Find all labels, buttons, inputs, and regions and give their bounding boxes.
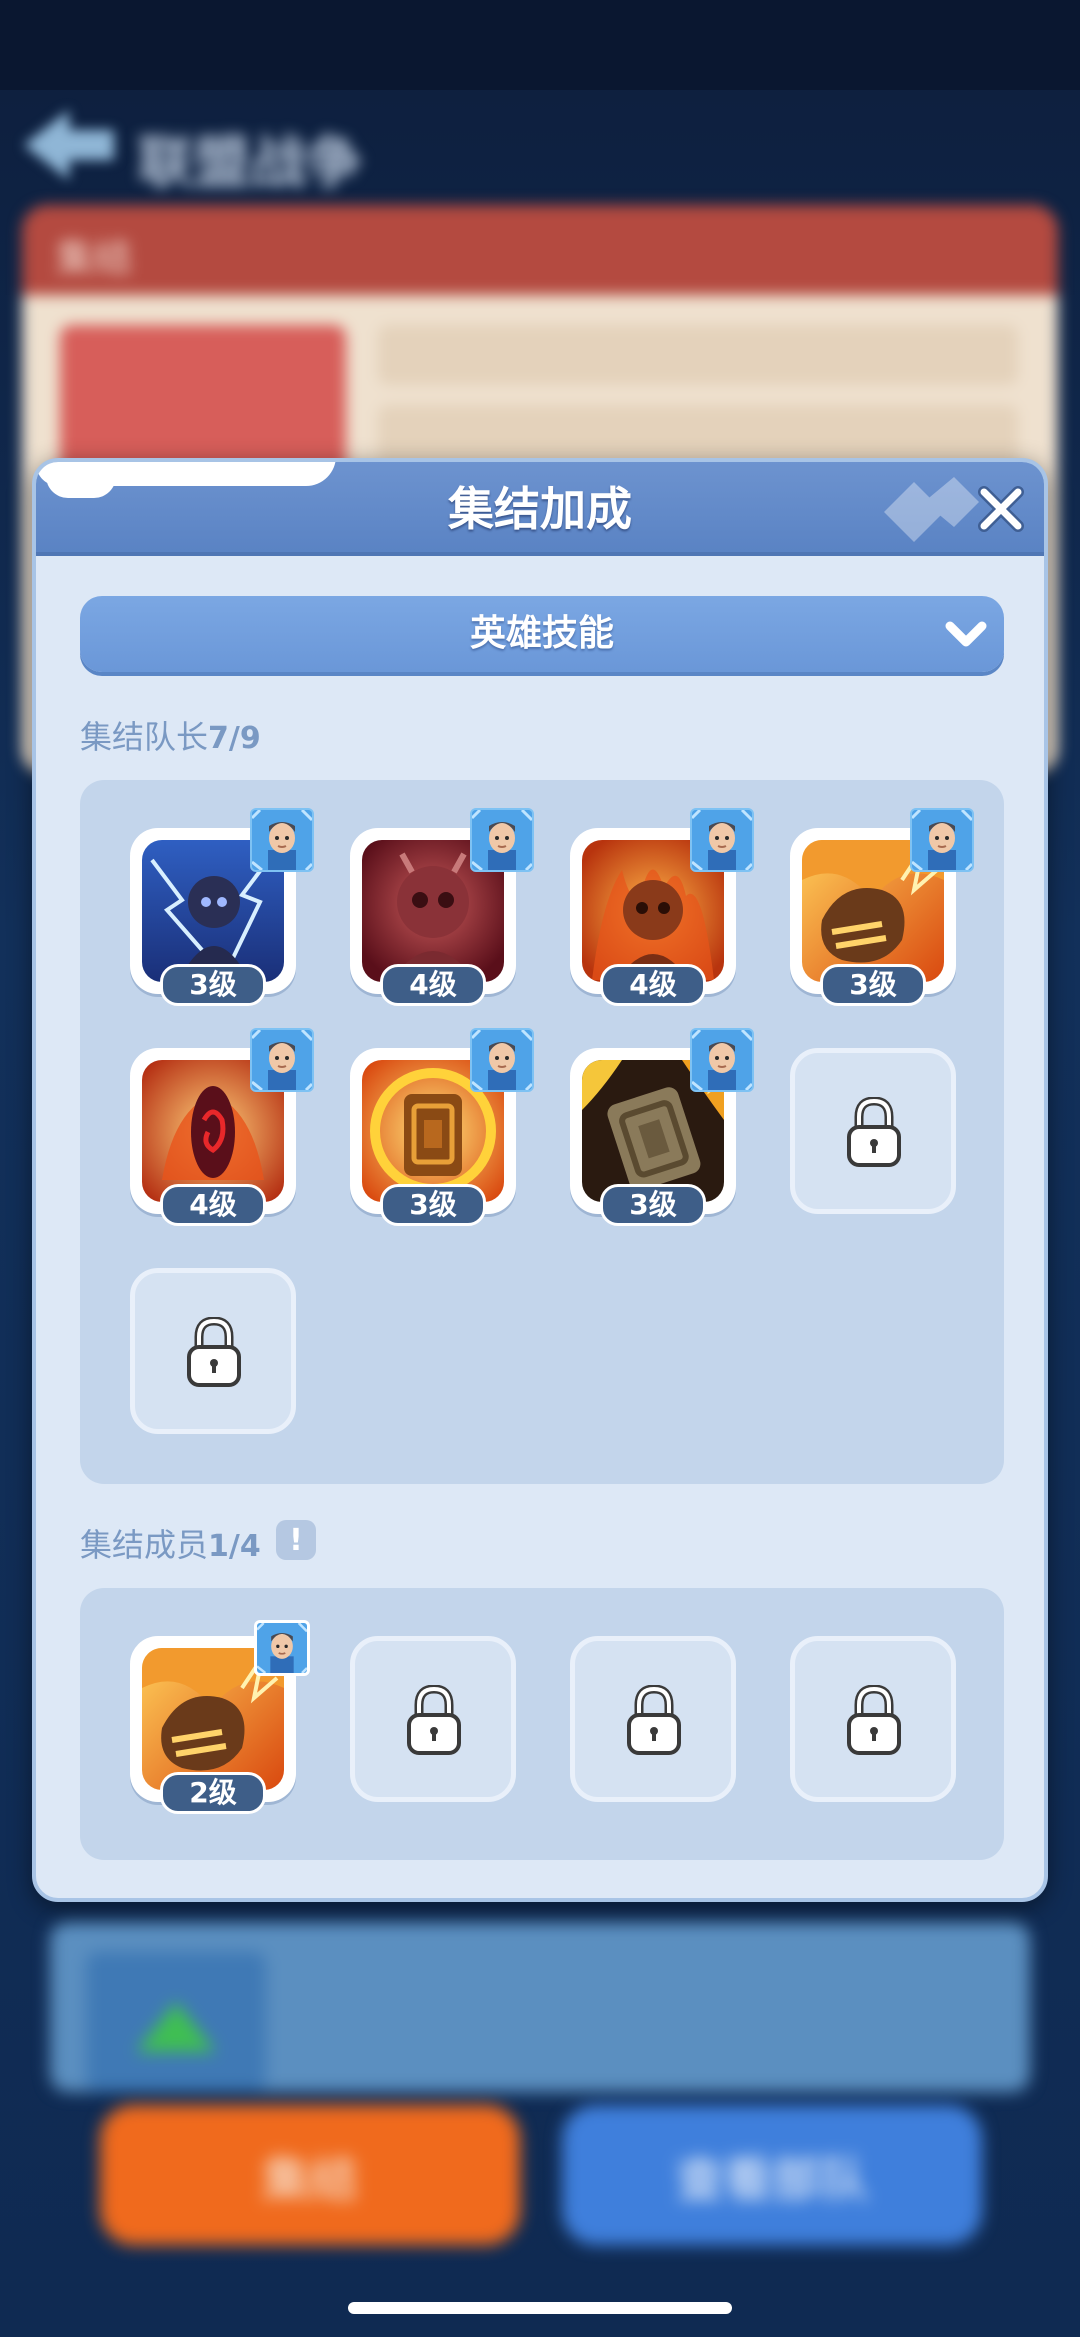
bonus-type-dropdown[interactable]: 英雄技能 (80, 596, 1004, 672)
skill-slot[interactable]: 3级 (350, 1028, 534, 1226)
status-bar (0, 0, 1080, 90)
hero-avatar-icon (250, 808, 314, 872)
locked-slot (790, 1048, 956, 1214)
background-panel-header: 集结 (56, 236, 133, 280)
home-indicator (348, 2302, 732, 2314)
back-arrow-icon (14, 100, 124, 190)
skill-level-badge: 2级 (160, 1772, 266, 1814)
member-label-text: 集结成员 (80, 1526, 209, 1564)
background-rally-button: 集结 (100, 2105, 520, 2245)
member-slot-count: 1/4 (208, 1529, 261, 1564)
skill-level-badge: 3级 (820, 964, 926, 1006)
background-page-title: 联盟战争 (138, 131, 362, 196)
locked-slot (350, 1636, 516, 1802)
leader-section-label: 集结队长7/9 (80, 712, 261, 758)
hero-avatar-icon (470, 1028, 534, 1092)
skill-level-badge: 4级 (600, 964, 706, 1006)
lock-icon (625, 1684, 683, 1757)
locked-slot (130, 1268, 296, 1434)
lock-icon (405, 1684, 463, 1757)
hero-avatar-icon (690, 1028, 754, 1092)
chevron-down-icon (945, 621, 987, 647)
skill-level-badge: 3级 (380, 1184, 486, 1226)
member-section-label: 集结成员1/4 (80, 1520, 261, 1566)
skill-level-badge: 4级 (160, 1184, 266, 1226)
background-lower-card (50, 1922, 1030, 2092)
info-icon[interactable]: ! (276, 1520, 316, 1560)
hero-avatar-icon (910, 808, 974, 872)
skill-slot[interactable]: 4级 (350, 808, 534, 1006)
locked-slot (570, 1636, 736, 1802)
dropdown-selected-label: 英雄技能 (469, 613, 614, 654)
leader-label-text: 集结队长 (80, 718, 209, 756)
skill-slot[interactable]: 3级 (130, 808, 314, 1006)
skill-slot[interactable]: 3级 (570, 1028, 754, 1226)
rally-bonus-dialog: 集结加成 英雄技能 集结队长7/9 3级 4级 4级 3级 4级 3级 3级 集结成员1/4… (32, 458, 1048, 1902)
leader-slot-count: 7/9 (208, 721, 261, 756)
leader-skill-grid: 3级 4级 4级 3级 4级 3级 3级 (80, 780, 1004, 1484)
skill-level-badge: 4级 (380, 964, 486, 1006)
dialog-header: 集结加成 (36, 462, 1044, 556)
lock-icon (185, 1316, 243, 1389)
dialog-title: 集结加成 (448, 482, 632, 536)
lock-icon (845, 1096, 903, 1169)
skill-slot[interactable]: 4级 (570, 808, 754, 1006)
background-view-troops-button: 查看部队 (562, 2105, 982, 2245)
hero-avatar-icon (254, 1620, 310, 1676)
hero-avatar-icon (470, 808, 534, 872)
skill-slot[interactable]: 3级 (790, 808, 974, 1006)
skill-level-badge: 3级 (600, 1184, 706, 1226)
hero-avatar-icon (690, 808, 754, 872)
member-skill-grid: 2级 (80, 1588, 1004, 1860)
lock-icon (845, 1684, 903, 1757)
close-icon[interactable] (976, 484, 1026, 534)
hero-avatar-icon (250, 1028, 314, 1092)
skill-slot[interactable]: 4级 (130, 1028, 314, 1226)
skill-level-badge: 3级 (160, 964, 266, 1006)
locked-slot (790, 1636, 956, 1802)
skill-slot[interactable]: 2级 (130, 1620, 310, 1814)
